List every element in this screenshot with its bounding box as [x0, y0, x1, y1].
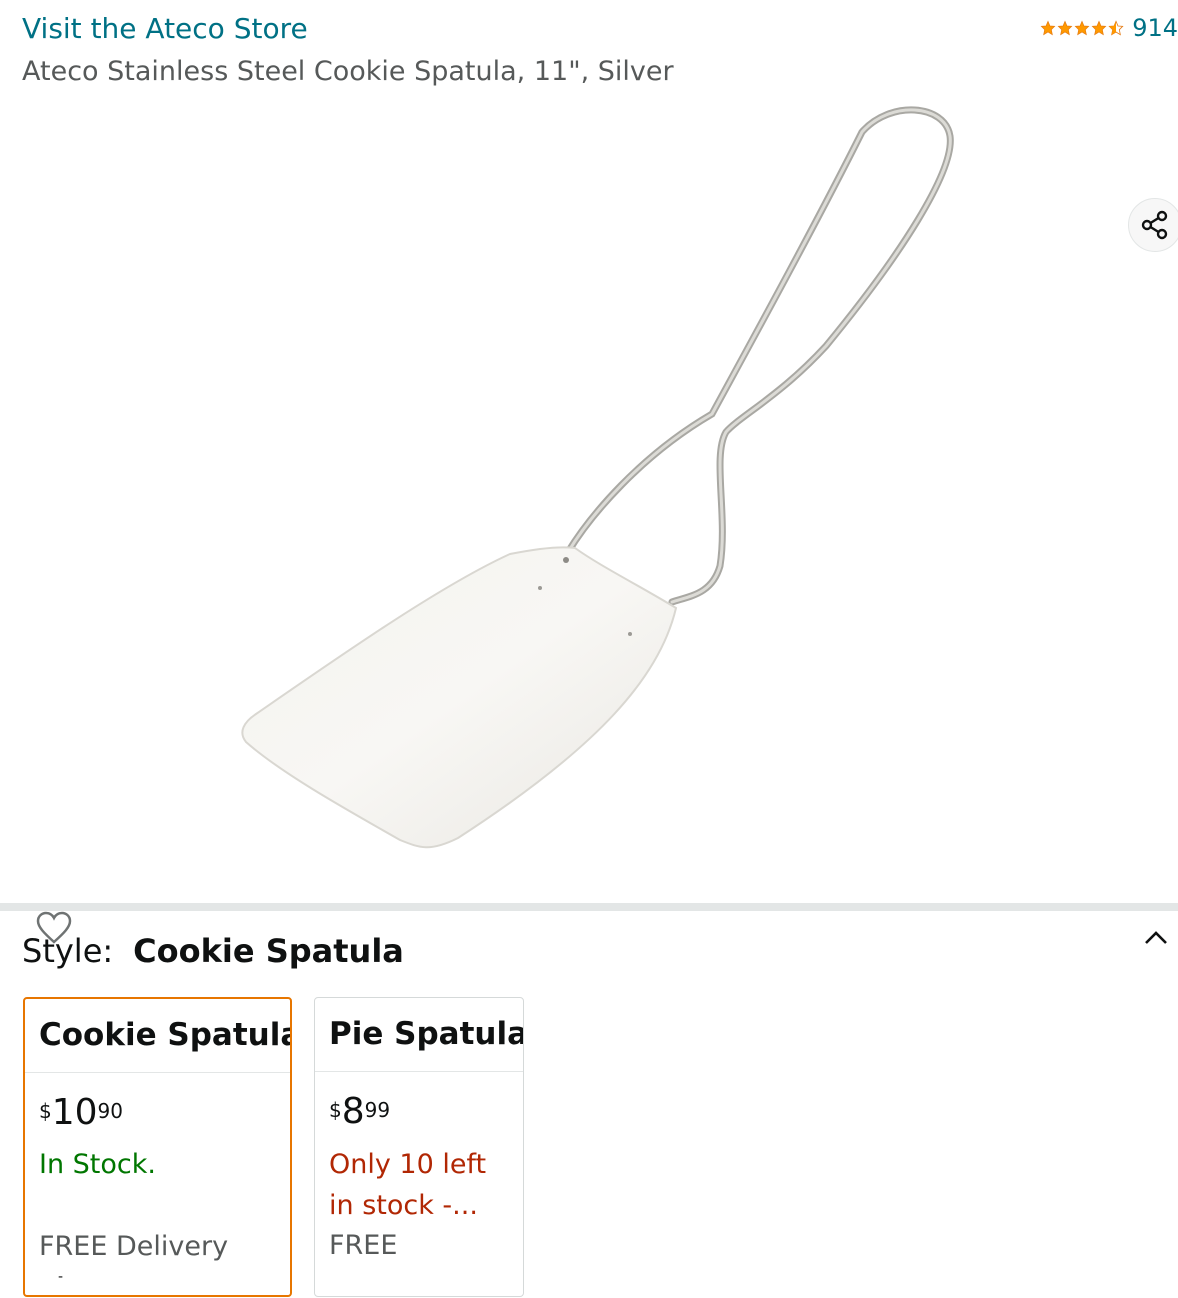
option-price: $ 8 99 [329, 1092, 509, 1136]
option-name: Cookie Spatula [25, 999, 290, 1073]
star-icon [1057, 20, 1073, 36]
price-symbol: $ [39, 1099, 52, 1123]
delivery-extra: - [58, 1269, 64, 1285]
store-link[interactable]: Visit the Ateco Store [22, 12, 308, 45]
chevron-up-icon [1145, 931, 1167, 944]
stock-status: Only 10 left in stock -... [329, 1149, 487, 1221]
product-image[interactable] [0, 96, 1178, 896]
star-rating [1040, 20, 1124, 36]
share-icon [1141, 210, 1168, 240]
star-half-icon [1108, 20, 1124, 36]
product-title: Ateco Stainless Steel Cookie Spatula, 11… [22, 56, 674, 87]
delivery-info: FREE Delivery [39, 1231, 229, 1262]
style-option-cookie-spatula[interactable]: Cookie Spatula $ 10 90 In Stock. FREE De… [23, 997, 292, 1297]
option-name: Pie Spatula [315, 998, 523, 1072]
star-icon [1091, 20, 1107, 36]
price-symbol: $ [329, 1098, 342, 1122]
delivery-info: FREE [329, 1230, 398, 1261]
price-whole: 10 [51, 1092, 98, 1133]
section-divider [0, 903, 1178, 911]
product-image-area[interactable] [0, 96, 1178, 944]
style-option-pie-spatula[interactable]: Pie Spatula $ 8 99 Only 10 left in stock… [314, 997, 524, 1297]
collapse-style-button[interactable] [1142, 924, 1170, 952]
price-fraction: 90 [97, 1099, 123, 1123]
style-label: Style: [22, 932, 114, 970]
rating-summary[interactable]: 914 [1040, 14, 1178, 42]
style-selector-header: Style: Cookie Spatula [22, 932, 404, 970]
rating-count[interactable]: 914 [1132, 14, 1178, 42]
price-whole: 8 [341, 1091, 365, 1132]
star-icon [1074, 20, 1090, 36]
stock-status: In Stock. [39, 1149, 156, 1180]
share-button[interactable] [1128, 198, 1178, 252]
star-icon [1040, 20, 1056, 36]
option-price: $ 10 90 [39, 1093, 276, 1137]
price-fraction: 99 [364, 1098, 391, 1122]
selected-style-value: Cookie Spatula [133, 932, 404, 970]
